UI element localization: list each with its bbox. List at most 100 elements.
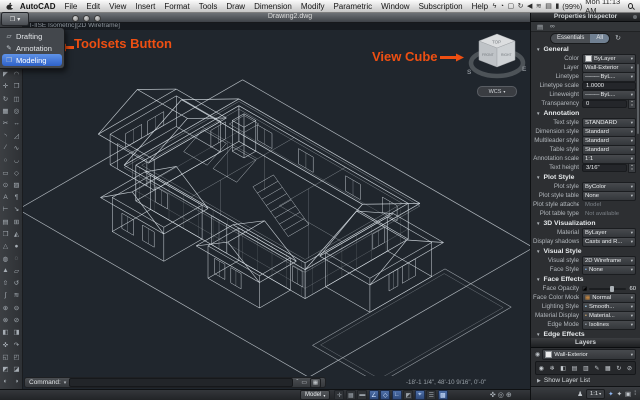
menu-insert[interactable]: Insert xyxy=(131,2,160,11)
apple-logo-icon[interactable] xyxy=(6,2,13,11)
mtext-tool[interactable]: ¶ xyxy=(11,191,22,203)
keyboard-grid-icon[interactable]: ▦ xyxy=(310,378,321,388)
face-style-dropdown[interactable]: ▪None▾ xyxy=(582,265,636,275)
transparency-field[interactable]: 0 xyxy=(582,100,627,108)
close-icon[interactable] xyxy=(72,15,79,22)
linetype-scale-field[interactable]: 1.0000 xyxy=(582,82,636,90)
polar-toggle[interactable]: ∠ xyxy=(369,390,379,400)
menu-modify[interactable]: Modify xyxy=(296,2,329,11)
zoom-window-icon[interactable] xyxy=(94,15,101,22)
minimize-icon[interactable] xyxy=(83,15,90,22)
current-layer-dropdown[interactable]: Wall-Exterior ▾ xyxy=(542,349,636,360)
tab-essentials[interactable]: Essentials xyxy=(551,34,590,43)
menu-view[interactable]: View xyxy=(105,2,131,11)
chamfer-tool[interactable]: ◿ xyxy=(11,129,22,141)
orbit-icon[interactable]: ⊕ xyxy=(506,391,512,399)
smooth-mesh-tool[interactable]: ◪ xyxy=(11,363,22,375)
clock-icon[interactable]: ◔ xyxy=(500,3,504,10)
ortho-toggle[interactable]: ▬ xyxy=(357,390,367,400)
input-menu-icon[interactable]: ▤ xyxy=(545,2,552,10)
viewport-label[interactable]: [-][SE Isometric][2D Wireframe] xyxy=(22,22,530,30)
otrack-toggle[interactable]: ∟ xyxy=(392,390,402,400)
menu-tools[interactable]: Tools xyxy=(194,2,222,11)
pan-icon[interactable]: ✜ xyxy=(490,391,496,399)
lineweight-toggle[interactable]: ☰ xyxy=(426,390,436,400)
grid-toggle[interactable]: ▦ xyxy=(346,390,356,400)
circle-tool[interactable]: ○ xyxy=(0,154,11,166)
menu-parametric[interactable]: Parametric xyxy=(329,2,377,11)
sync-icon[interactable]: ↻ xyxy=(518,2,524,10)
text-height-field[interactable]: 3/16" xyxy=(582,164,627,172)
model-space-button[interactable]: Model ▾ xyxy=(300,390,330,400)
menu-window[interactable]: Window xyxy=(377,2,414,11)
materials-tool[interactable]: ◐ xyxy=(0,375,11,387)
linetype-dropdown[interactable]: ———ByL...▾ xyxy=(582,72,636,82)
layer-delete-icon[interactable]: ⊘ xyxy=(627,365,632,372)
layer-color-icon[interactable]: ▤ xyxy=(572,365,578,372)
menu-format[interactable]: Format xyxy=(160,2,194,11)
ducs-toggle[interactable]: ◩ xyxy=(403,390,413,400)
interfere-tool[interactable]: ⊘ xyxy=(11,314,22,326)
section-face-effects[interactable]: ▼Face Effects xyxy=(531,274,640,284)
drawing-canvas[interactable]: Toolsets Button View Cube S E TOP FRONT … xyxy=(22,22,530,376)
osnap-toggle[interactable]: ◇ xyxy=(380,390,390,400)
layer-lock-icon[interactable]: ◧ xyxy=(560,365,566,372)
view-cube[interactable]: S E TOP FRONT RIGHT WCS ▾ xyxy=(464,26,530,102)
tab-all[interactable]: All xyxy=(590,34,609,43)
menu-edit[interactable]: Edit xyxy=(82,2,105,11)
torus-tool[interactable]: ◌ xyxy=(11,252,22,264)
menu-dimension[interactable]: Dimension xyxy=(250,2,297,11)
section-plane-tool[interactable]: ◨ xyxy=(11,326,22,338)
battery-icon[interactable]: ▮ xyxy=(555,2,559,10)
section-visual-style[interactable]: ▼Visual Style xyxy=(531,246,640,256)
dynamic-input-toggle[interactable]: ⌖ xyxy=(415,390,425,400)
polyline-tool[interactable]: ∿ xyxy=(11,142,22,154)
quick-properties-toggle[interactable]: ▩ xyxy=(438,390,448,400)
menu-subscription[interactable]: Subscription xyxy=(414,2,467,11)
show-layer-list[interactable]: ▶ Show Layer List xyxy=(531,375,640,386)
dimension-tool[interactable]: ⊢ xyxy=(0,203,11,215)
block-tool[interactable]: ⊞ xyxy=(11,216,22,228)
revolve-tool[interactable]: ↺ xyxy=(11,277,22,289)
extrude-tool[interactable]: ⇧ xyxy=(0,277,11,289)
annotation-visibility-icon[interactable]: ✦ xyxy=(608,390,613,398)
zoom-icon[interactable]: ◎ xyxy=(498,391,504,399)
trim-tool[interactable]: ✂ xyxy=(0,117,11,129)
layer-visibility-icon[interactable]: ◉ xyxy=(535,351,540,358)
chevron-down-icon[interactable]: ▾ xyxy=(64,380,67,386)
hatch-tool[interactable]: ▨ xyxy=(11,179,22,191)
section-general[interactable]: ▼General xyxy=(531,44,640,54)
panel-menu-dot[interactable] xyxy=(633,15,637,19)
section-annotation[interactable]: ▼Annotation xyxy=(531,108,640,118)
toolset-item-annotation[interactable]: ✎Annotation xyxy=(2,42,62,54)
loft-tool[interactable]: ≋ xyxy=(11,289,22,301)
toolsets-button[interactable]: ❒ ▾ xyxy=(1,12,29,26)
expand-history-icon[interactable]: ˆ xyxy=(296,380,298,386)
compass-east-label[interactable]: E xyxy=(522,66,527,73)
toolset-item-drafting[interactable]: ▱Drafting xyxy=(2,30,62,42)
mesh-tool[interactable]: ◩ xyxy=(0,363,11,375)
mirror-tool[interactable]: ◫ xyxy=(11,93,22,105)
table-tool[interactable]: ▤ xyxy=(0,216,11,228)
menu-draw[interactable]: Draw xyxy=(222,2,250,11)
display-shadows-dropdown[interactable]: Casts and R...▾ xyxy=(582,237,636,247)
rotate-3d-tool[interactable]: ↷ xyxy=(11,339,22,351)
leader-tool[interactable]: ↘ xyxy=(11,203,22,215)
layer-plot-icon[interactable]: ▥ xyxy=(583,365,589,372)
union-tool[interactable]: ⊕ xyxy=(0,302,11,314)
fillet-tool[interactable]: ◝ xyxy=(0,129,11,141)
lasso-select-tool[interactable]: ◠ xyxy=(11,68,22,80)
volume-icon[interactable]: ◀ xyxy=(527,2,532,10)
line-tool[interactable]: ∕ xyxy=(0,142,11,154)
section-3d-visualization[interactable]: ▼3D Visualization xyxy=(531,218,640,228)
text-tool[interactable]: A xyxy=(0,191,11,203)
move-tool[interactable]: ✛ xyxy=(0,80,11,92)
ellipse-tool[interactable]: ⊙ xyxy=(0,179,11,191)
stepper-icon[interactable]: ▴▾ xyxy=(628,163,636,173)
intersect-tool[interactable]: ⊗ xyxy=(0,314,11,326)
render-tool[interactable]: ◑ xyxy=(11,375,22,387)
planar-surface-tool[interactable]: ▱ xyxy=(11,265,22,277)
edge-mode-dropdown[interactable]: ▪Isolines▾ xyxy=(582,320,636,330)
display-icon[interactable]: ▢ xyxy=(508,2,515,10)
rectangle-tool[interactable]: ▭ xyxy=(0,166,11,178)
